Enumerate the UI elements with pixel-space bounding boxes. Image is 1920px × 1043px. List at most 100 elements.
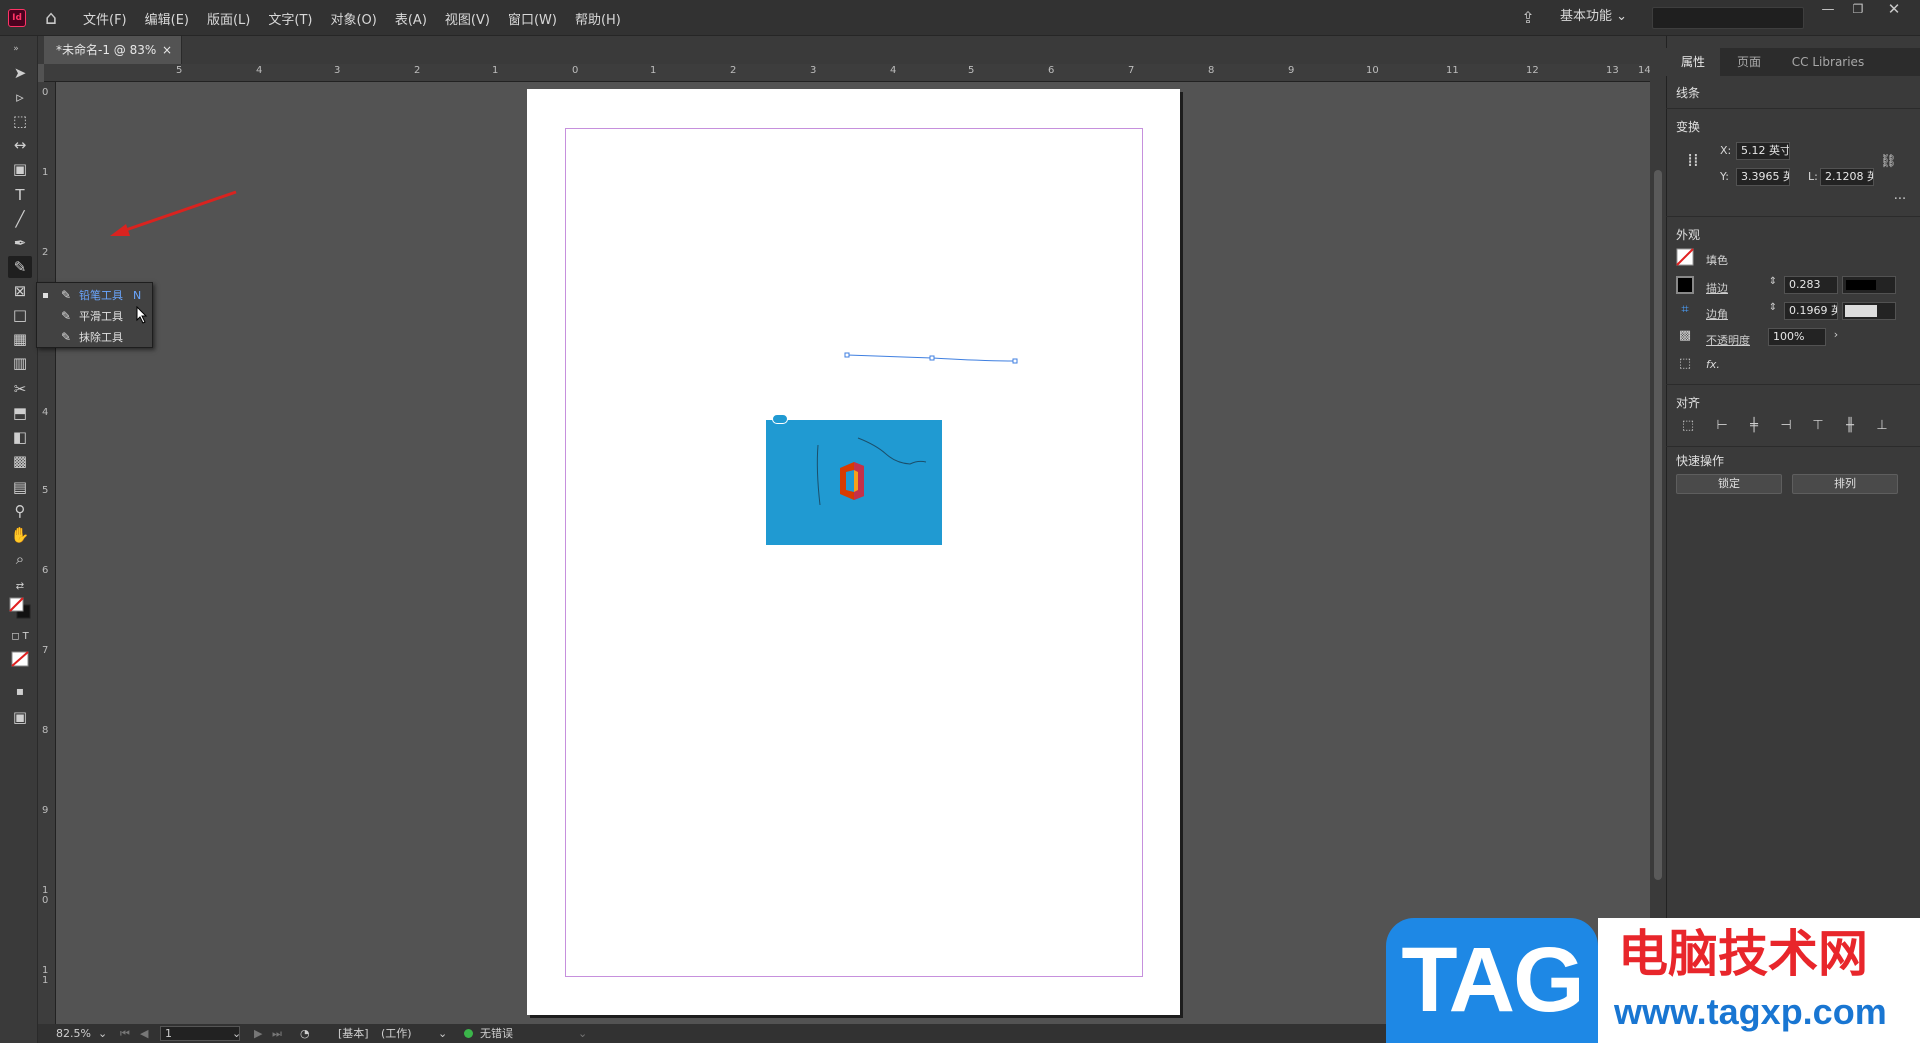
- preflight-label[interactable]: 无错误: [480, 1024, 513, 1043]
- menu-type[interactable]: 文字(T): [259, 9, 321, 28]
- flyout-item-smooth[interactable]: ✎ 平滑工具: [37, 306, 152, 327]
- grid-tool-icon[interactable]: ▥: [8, 352, 32, 374]
- preview-mode-icon[interactable]: ▣: [8, 706, 32, 728]
- last-page-icon[interactable]: ⏭: [272, 1024, 282, 1043]
- ruler-tick-label: 2: [414, 65, 421, 76]
- corner-icon[interactable]: ⌗: [1676, 302, 1694, 317]
- corner-shape-select[interactable]: [1842, 302, 1896, 320]
- tab-properties[interactable]: 属性: [1666, 48, 1720, 76]
- gradient-feather-tool-icon[interactable]: ▩: [8, 450, 32, 472]
- menu-table[interactable]: 表(A): [386, 9, 436, 28]
- constrain-proportions-icon[interactable]: ⛓: [1880, 154, 1897, 169]
- search-input[interactable]: [1652, 7, 1804, 29]
- share-icon[interactable]: ⇪: [1516, 6, 1540, 30]
- chevron-down-icon[interactable]: ⌄: [438, 1024, 447, 1043]
- align-to-selection-icon[interactable]: ⬚: [1678, 418, 1698, 433]
- eyedropper-tool-icon[interactable]: ⚲: [8, 500, 32, 522]
- chevron-right-icon[interactable]: ›: [1828, 328, 1844, 341]
- chevron-down-icon[interactable]: ⌄: [578, 1024, 587, 1043]
- menu-edit[interactable]: 编辑(E): [136, 9, 198, 28]
- page-number-input[interactable]: 1: [160, 1026, 240, 1041]
- stroke-type-select[interactable]: [1842, 276, 1896, 294]
- menu-layout[interactable]: 版面(L): [198, 9, 259, 28]
- horizontal-ruler[interactable]: 5 4 3 2 1 0 1 2 3 4 5 6 7 8 9 10 11 12 13 14: [44, 64, 1651, 82]
- align-left-icon[interactable]: ⊢: [1712, 418, 1732, 433]
- minimize-icon[interactable]: —: [1816, 2, 1840, 22]
- menu-file[interactable]: 文件(F): [74, 9, 136, 28]
- pencil-tool-icon[interactable]: ✎: [8, 256, 32, 278]
- swap-colors-icon[interactable]: ⇄: [8, 576, 32, 598]
- first-page-icon[interactable]: ⏮: [120, 1024, 130, 1043]
- fill-stroke-swatch-icon[interactable]: [8, 596, 32, 619]
- tab-pages[interactable]: 页面: [1722, 48, 1776, 76]
- close-tab-icon[interactable]: ×: [162, 36, 176, 64]
- flyout-item-erase[interactable]: ✎ 抹除工具: [37, 327, 152, 348]
- selection-tool-icon[interactable]: ➤: [8, 62, 32, 84]
- menu-object[interactable]: 对象(O): [321, 9, 385, 28]
- direct-selection-tool-icon[interactable]: ▹: [8, 86, 32, 108]
- more-options-icon[interactable]: ···: [1890, 192, 1910, 207]
- gap-tool-icon[interactable]: ↔: [8, 134, 32, 156]
- workspace-switcher[interactable]: 基本功能 ⌄: [1560, 0, 1627, 34]
- home-icon[interactable]: ⌂: [40, 7, 62, 29]
- content-collector-icon[interactable]: ▣: [8, 158, 32, 180]
- align-top-icon[interactable]: ⊤: [1808, 418, 1828, 433]
- stroke-swatch-icon[interactable]: [1676, 276, 1694, 294]
- ruler-tick-label: 4: [890, 65, 897, 76]
- chevron-down-icon[interactable]: ⌄: [98, 1024, 107, 1043]
- collapse-icon[interactable]: »: [4, 38, 28, 60]
- vertical-ruler[interactable]: 01234567891011: [38, 82, 56, 1024]
- effects-label[interactable]: fx.: [1706, 358, 1720, 371]
- stepper-icon[interactable]: ⇕: [1766, 276, 1780, 287]
- stroke-label[interactable]: 描边: [1706, 280, 1728, 296]
- x-position-field[interactable]: 5.12 英寸: [1736, 142, 1790, 160]
- tab-cc-libraries[interactable]: CC Libraries: [1778, 48, 1878, 76]
- next-page-icon[interactable]: ▶: [254, 1024, 262, 1043]
- reference-point-icon[interactable]: ⁞⁞: [1682, 150, 1704, 171]
- menu-window[interactable]: 窗口(W): [499, 9, 566, 28]
- opacity-field[interactable]: 100%: [1768, 328, 1826, 346]
- length-field[interactable]: 2.1208 英寸: [1820, 168, 1874, 186]
- page-tool-icon[interactable]: ⬚: [8, 110, 32, 132]
- scissors-tool-icon[interactable]: ✂: [8, 378, 32, 400]
- arrange-button[interactable]: 排列: [1792, 474, 1898, 494]
- y-position-field[interactable]: 3.3965 英寸: [1736, 168, 1790, 186]
- menu-help[interactable]: 帮助(H): [566, 9, 630, 28]
- note-tool-icon[interactable]: ▤: [8, 476, 32, 498]
- close-icon[interactable]: ✕: [1880, 0, 1908, 20]
- type-tool-icon[interactable]: T: [8, 184, 32, 206]
- corner-label[interactable]: 边角: [1706, 306, 1728, 322]
- table-tool-icon[interactable]: ▦: [8, 328, 32, 350]
- opacity-label[interactable]: 不透明度: [1706, 332, 1750, 348]
- prev-page-icon[interactable]: ◀: [140, 1024, 148, 1043]
- frame-fitting-icon[interactable]: ⬚: [1676, 356, 1694, 371]
- hand-tool-icon[interactable]: ✋: [8, 524, 32, 546]
- pen-tool-icon[interactable]: ✒: [8, 232, 32, 254]
- rectangle-tool-icon[interactable]: □: [8, 304, 32, 326]
- fill-none-icon[interactable]: [1676, 248, 1694, 266]
- chevron-down-icon[interactable]: ⌄: [232, 1024, 241, 1043]
- align-center-icon[interactable]: ╪: [1744, 418, 1764, 433]
- zoom-tool-icon[interactable]: ⌕: [8, 548, 32, 570]
- drawn-pencil-line[interactable]: [840, 350, 1020, 366]
- align-bottom-icon[interactable]: ⊥: [1872, 418, 1892, 433]
- restore-icon[interactable]: ❐: [1846, 2, 1870, 22]
- lock-button[interactable]: 锁定: [1676, 474, 1782, 494]
- align-right-icon[interactable]: ⊣: [1776, 418, 1796, 433]
- zoom-level[interactable]: 82.5%: [56, 1024, 91, 1043]
- vertical-scrollbar-thumb[interactable]: [1654, 170, 1662, 880]
- line-tool-icon[interactable]: ╱: [8, 208, 32, 230]
- stroke-weight-field[interactable]: 0.283: [1784, 276, 1838, 294]
- rectangle-frame-tool-icon[interactable]: ⊠: [8, 280, 32, 302]
- stepper-icon[interactable]: ⇕: [1766, 302, 1780, 313]
- gradient-swatch-tool-icon[interactable]: ◧: [8, 426, 32, 448]
- free-transform-tool-icon[interactable]: ⬒: [8, 402, 32, 424]
- page-tools-icon[interactable]: ◔: [300, 1024, 310, 1043]
- corner-size-field[interactable]: 0.1969 英寸: [1784, 302, 1838, 320]
- formatting-container-icon[interactable]: ◻ T: [8, 626, 32, 648]
- menu-view[interactable]: 视图(V): [436, 9, 499, 28]
- flyout-item-pencil[interactable]: ✎ 铅笔工具 N: [37, 285, 152, 306]
- screen-mode-icon[interactable]: ▪: [8, 680, 32, 702]
- align-middle-icon[interactable]: ╫: [1840, 418, 1860, 433]
- apply-none-icon[interactable]: [8, 650, 32, 672]
